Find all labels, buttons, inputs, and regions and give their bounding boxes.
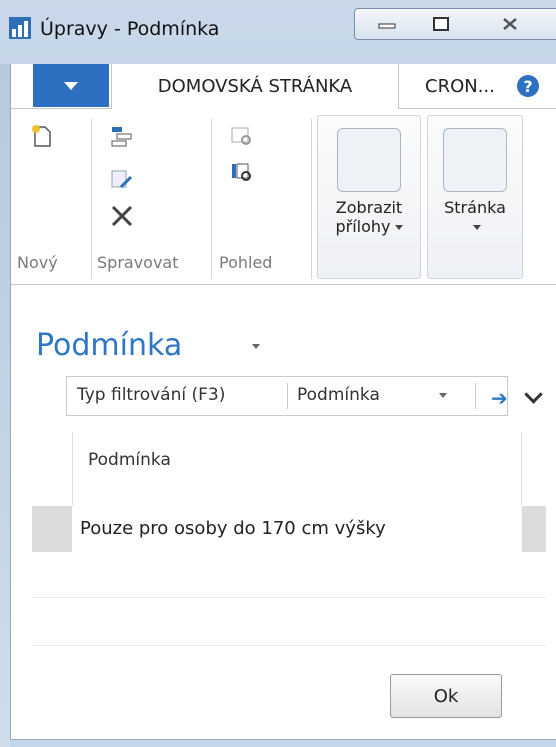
maximize-button[interactable] [418,8,465,40]
attachments-icon [337,128,401,192]
chevron-down-icon[interactable] [439,393,447,398]
app-icon [9,17,31,39]
view-icon[interactable] [229,123,255,149]
maximize-icon [433,17,449,31]
group-view-label: Pohled [219,253,273,272]
table-row[interactable]: Pouze pro osoby do 170 cm výšky [32,506,546,552]
group-manage-label: Spravovat [97,253,179,272]
row-selector-header [32,432,73,506]
page-button[interactable]: Stránka [427,115,523,279]
grid-header: Podmínka [32,432,546,507]
page-icon [443,128,507,192]
ribbon: Nový Spravovat Pohled Zobrazit přílohy S… [11,109,556,285]
ok-button[interactable]: Ok [390,674,502,718]
view-list-icon[interactable] [229,159,255,185]
delete-icon[interactable] [109,203,135,229]
column-divider [521,432,522,506]
dropdown-caret-icon [394,225,403,230]
title-dropdown-icon[interactable] [252,344,260,349]
filter-field-select[interactable]: Podmínka [297,385,380,405]
dropdown-caret-icon [473,225,481,230]
help-icon[interactable]: ? [517,75,539,97]
ribbon-tabs: DOMOVSKÁ STRÁNKA CRON... ? [11,64,556,109]
page-button-label: Stránka [444,198,506,217]
title-bar[interactable]: Úpravy - Podmínka [0,0,556,64]
row-divider [32,645,546,646]
edit-list-icon[interactable] [109,123,135,149]
filter-bar: Typ filtrování (F3) Podmínka ➔ [66,376,508,416]
minimize-button[interactable] [354,8,420,40]
filter-divider [475,383,476,409]
column-header[interactable]: Podmínka [88,450,171,470]
filter-divider [287,383,288,409]
row-end [522,506,546,552]
tab-home[interactable]: DOMOVSKÁ STRÁNKA [111,64,399,109]
group-divider [211,119,212,279]
close-button[interactable] [464,8,556,40]
edit-icon[interactable] [109,167,135,193]
new-icon[interactable] [29,123,55,149]
group-new-label: Nový [17,253,58,272]
file-menu-icon [64,81,78,90]
filter-arrow-icon[interactable]: ➔ [491,386,508,410]
filter-input[interactable]: Typ filtrování (F3) [77,385,225,405]
row-divider [32,597,546,598]
group-divider [91,119,92,279]
close-icon [503,18,517,30]
table-cell[interactable]: Pouze pro osoby do 170 cm výšky [80,518,386,539]
show-attachments-label: Zobrazit přílohy [335,198,403,236]
group-divider [311,119,312,279]
window-border [0,64,10,747]
row-selector[interactable] [32,506,72,552]
file-menu-button[interactable] [33,64,109,107]
minimize-icon [378,23,396,29]
window-title: Úpravy - Podmínka [40,18,220,40]
page-title[interactable]: Podmínka [36,328,182,363]
show-attachments-button[interactable]: Zobrazit přílohy [317,115,421,279]
